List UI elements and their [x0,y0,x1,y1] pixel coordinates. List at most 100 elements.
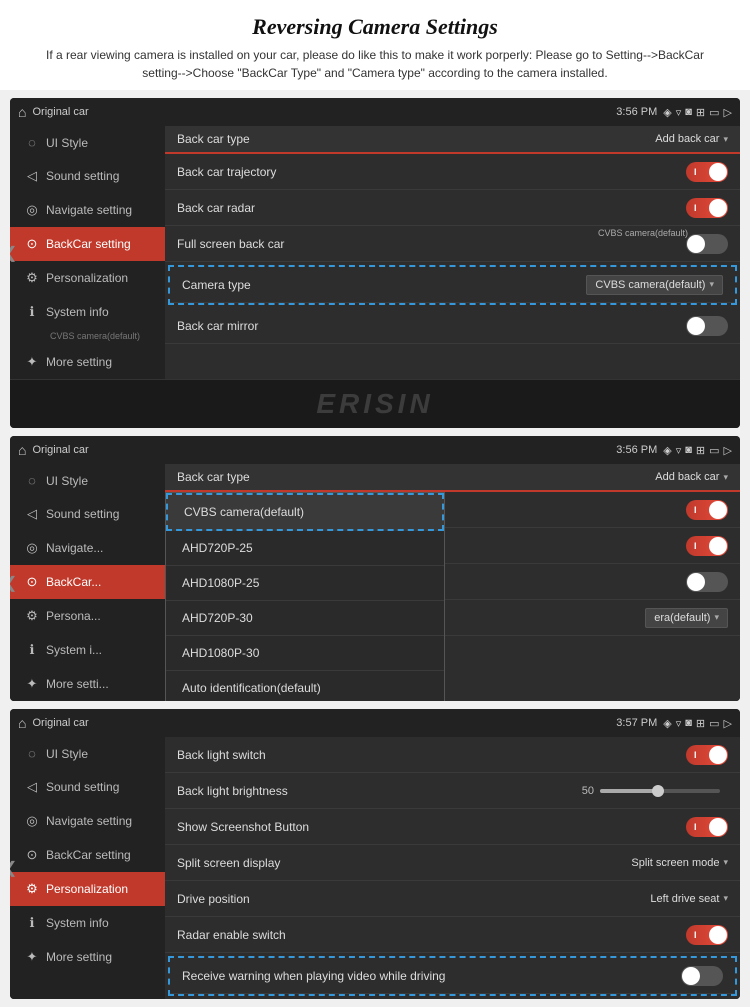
add-back-car-select-2[interactable]: Add back car ▾ [655,471,728,483]
sidebar-item-more-2[interactable]: ✦ More setti... [10,667,165,701]
back-car-trajectory-row: Back car trajectory I [165,154,740,190]
dropdown-item-ahd720p30[interactable]: AHD720P-30 [166,601,444,636]
top-row-1: Back car type Add back car ▾ [165,126,740,154]
signal-icon: ◈ [663,106,671,119]
sidebar-item-sound-2[interactable]: ◁ Sound setting [10,497,165,531]
sidebar-item-more-3[interactable]: ✦ More setting [10,940,165,974]
sidebar-item-label: Navigate setting [46,814,132,828]
status-bar-3: ⌂ Original car 3:57 PM ◈ ▿ ◙ ⊞ ▭ ▷ [10,709,740,737]
camera-icon: ◙ [685,106,692,118]
sidebar-item-navigate-3[interactable]: ◎ Navigate setting [10,804,165,838]
drive-position-arrow: ▾ [723,893,728,904]
camera-type-select-2[interactable]: era(default) ▾ [645,608,728,628]
dropdown-item-ahd1080p30[interactable]: AHD1080P-30 [166,636,444,671]
sidebar-item-sound-3[interactable]: ◁ Sound setting [10,770,165,804]
sidebar-item-label: Navigate... [46,541,103,555]
toggle-knob [682,967,700,985]
sidebar-chevron[interactable]: ❮ [10,243,17,263]
sidebar-item-label: More setti... [46,677,109,691]
sidebar-item-system-info[interactable]: ℹ System info [10,295,165,329]
personalization-icon: ⚙ [24,270,40,286]
split-screen-row: Split screen display Split screen mode ▾ [165,845,740,881]
grid-icon-3: ⊞ [696,717,705,730]
status-title-2: Original car [32,444,610,456]
page-title: Reversing Camera Settings [20,14,730,40]
home-icon-2[interactable]: ⌂ [18,442,26,458]
sidebar-item-backcar-3[interactable]: ⊙ BackCar setting [10,838,165,872]
sidebar-item-backcar[interactable]: ⊙ BackCar setting [10,227,165,261]
camera-type-dropdown[interactable]: CVBS camera(default) AHD720P-25 AHD1080P… [165,492,445,701]
fullscreen-toggle[interactable] [686,234,728,254]
toggle-knob [687,573,705,591]
sidebar-item-system-info-2[interactable]: ℹ System i... [10,633,165,667]
trajectory-toggle-2[interactable]: I [686,500,728,520]
dropdown-item-auto[interactable]: Auto identification(default) [166,671,444,701]
sidebar-item-sound[interactable]: ◁ Sound setting [10,159,165,193]
backlight-switch-toggle[interactable]: I [686,745,728,765]
sidebar-item-ui-style-2[interactable]: ◌ UI Style [10,464,165,497]
radar-enable-row: Radar enable switch I [165,917,740,953]
drive-position-select[interactable]: Left drive seat ▾ [650,893,728,905]
screenshot-label: Show Screenshot Button [177,820,686,834]
sidebar-item-personalization-2[interactable]: ⚙ Persona... [10,599,165,633]
slider-fill [600,789,654,793]
dropdown-item-cvbs[interactable]: CVBS camera(default) [166,493,444,531]
sidebar-item-label: Navigate setting [46,203,132,217]
radar-toggle[interactable]: I [686,198,728,218]
home-icon[interactable]: ⌂ [18,104,26,120]
add-back-car-select[interactable]: Add back car ▾ [655,133,728,145]
sidebar-chevron-3[interactable]: ❮ [10,858,17,878]
system-info-icon: ℹ [24,304,40,320]
toggle-knob [709,199,727,217]
fullscreen-toggle-2[interactable] [686,572,728,592]
status-bar-2: ⌂ Original car 3:56 PM ◈ ▿ ◙ ⊞ ▭ ▷ [10,436,740,464]
sidebar-item-navigate-2[interactable]: ◎ Navigate... [10,531,165,565]
dropdown-item-ahd720p25[interactable]: AHD720P-25 [166,531,444,566]
sidebar-item-personalization-3[interactable]: ⚙ Personalization [10,872,165,906]
camera-type-label: Camera type [182,278,586,292]
sidebar-3: ❮ ◌ UI Style ◁ Sound setting ◎ Navigate … [10,737,165,999]
system-info-icon-2: ℹ [24,642,40,658]
trajectory-toggle[interactable]: I [686,162,728,182]
receive-warning-toggle[interactable] [681,966,723,986]
screenshot-toggle[interactable]: I [686,817,728,837]
sidebar-item-more[interactable]: ✦ More setting [10,345,165,379]
backlight-switch-label: Back light switch [177,748,686,762]
screen-2-body: ❮ ◌ UI Style ◁ Sound setting ◎ Navigate.… [10,464,740,701]
sound-icon-2: ◁ [24,506,40,522]
slider-thumb [652,785,664,797]
camera-icon-2: ◙ [685,444,692,456]
sidebar-item-navigate[interactable]: ◎ Navigate setting [10,193,165,227]
back-icon-3[interactable]: ▷ [724,717,732,730]
status-title-3: Original car [32,717,610,729]
ui-style-icon-2: ◌ [24,473,40,488]
window-icon: ▭ [709,106,719,119]
status-icons-3: ◈ ▿ ◙ ⊞ ▭ ▷ [663,717,732,730]
camera-type-select[interactable]: CVBS camera(default) ▾ [586,275,723,295]
home-icon-3[interactable]: ⌂ [18,715,26,731]
sidebar-item-backcar-2[interactable]: ⊙ BackCar... [10,565,165,599]
dropdown-arrow-2: ▾ [723,472,728,483]
split-screen-select[interactable]: Split screen mode ▾ [631,857,728,869]
radar-enable-toggle[interactable]: I [686,925,728,945]
dropdown-item-ahd1080p25[interactable]: AHD1080P-25 [166,566,444,601]
backlight-switch-row: Back light switch I [165,737,740,773]
sidebar-item-label: UI Style [46,474,88,488]
backlight-brightness-row: Back light brightness 50 [165,773,740,809]
watermark-text: ERISIN [316,388,433,419]
radar-toggle-2[interactable]: I [686,536,728,556]
personalization-icon-2: ⚙ [24,608,40,624]
sidebar-item-system-info-3[interactable]: ℹ System info [10,906,165,940]
sidebar-item-label: UI Style [46,747,88,761]
brightness-slider[interactable] [600,789,720,793]
back-car-type-label: Back car type [177,132,655,146]
sidebar-item-ui-style[interactable]: ◌ UI Style [10,126,165,159]
sidebar-item-ui-style-3[interactable]: ◌ UI Style [10,737,165,770]
back-icon-2[interactable]: ▷ [724,444,732,457]
mirror-toggle[interactable] [686,316,728,336]
back-icon[interactable]: ▷ [724,106,732,119]
sidebar-item-personalization[interactable]: ⚙ Personalization [10,261,165,295]
toggle-i-icon: I [694,930,697,940]
sidebar-chevron-2[interactable]: ❮ [10,573,17,593]
receive-warning-highlight: Receive warning when playing video while… [168,956,737,996]
